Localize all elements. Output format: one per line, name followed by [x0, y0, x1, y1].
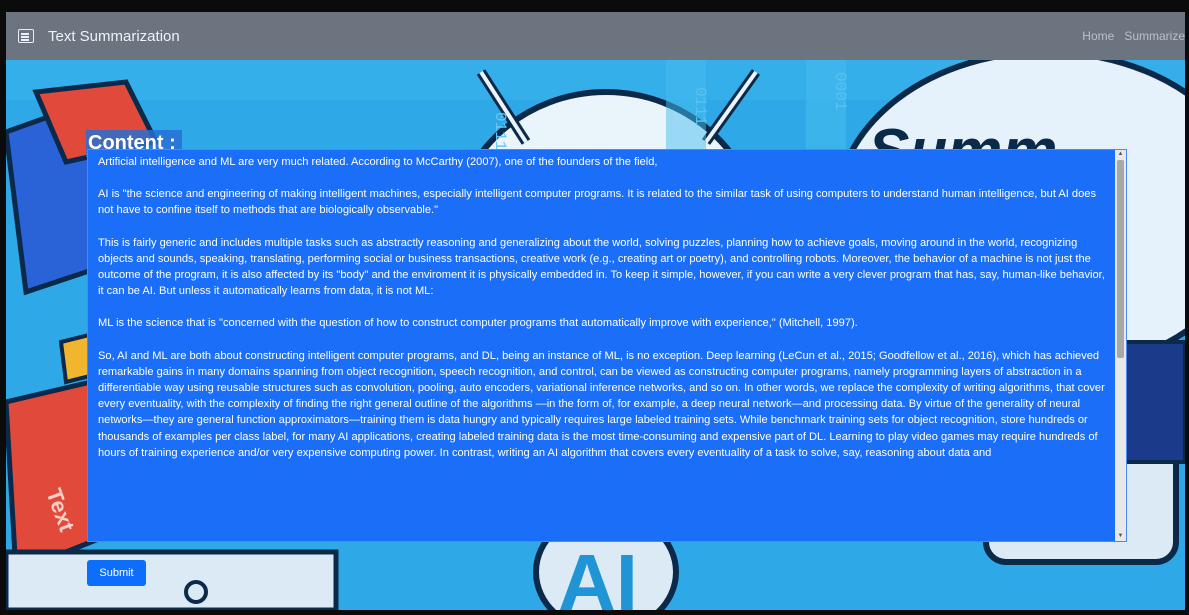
nav-links: Home Summarize: [1072, 12, 1185, 60]
paragraph-5: So, AI and ML are both about constructin…: [98, 349, 1105, 459]
document-icon: [18, 29, 34, 43]
brand-title[interactable]: Text Summarization: [48, 28, 180, 45]
scrollbar-thumb[interactable]: [1117, 160, 1124, 358]
bg-big-letters: AI: [558, 538, 638, 610]
bg-binary-1: 0111: [491, 112, 509, 150]
nav-link-summarize[interactable]: Summarize: [1124, 29, 1185, 43]
browser-frame: Text Summarization Home Summarize AI Sum…: [6, 12, 1185, 610]
submit-button[interactable]: Submit: [87, 560, 146, 586]
scroll-down-icon[interactable]: ▼: [1115, 532, 1126, 541]
navbar: Text Summarization Home Summarize: [6, 12, 1185, 60]
nav-link-home[interactable]: Home: [1082, 29, 1114, 43]
textarea-scrollbar[interactable]: ▲ ▼: [1115, 150, 1126, 541]
paragraph-4: ML is the science that is "concerned wit…: [98, 317, 858, 330]
paragraph-3: This is fairly generic and includes mult…: [98, 236, 1105, 298]
paragraph-1: Artificial intelligence and ML are very …: [98, 156, 658, 168]
scroll-up-icon[interactable]: ▲: [1115, 150, 1126, 159]
content-textarea[interactable]: Artificial intelligence and ML are very …: [87, 149, 1127, 542]
paragraph-2: AI is "the science and engineering of ma…: [98, 188, 1096, 217]
